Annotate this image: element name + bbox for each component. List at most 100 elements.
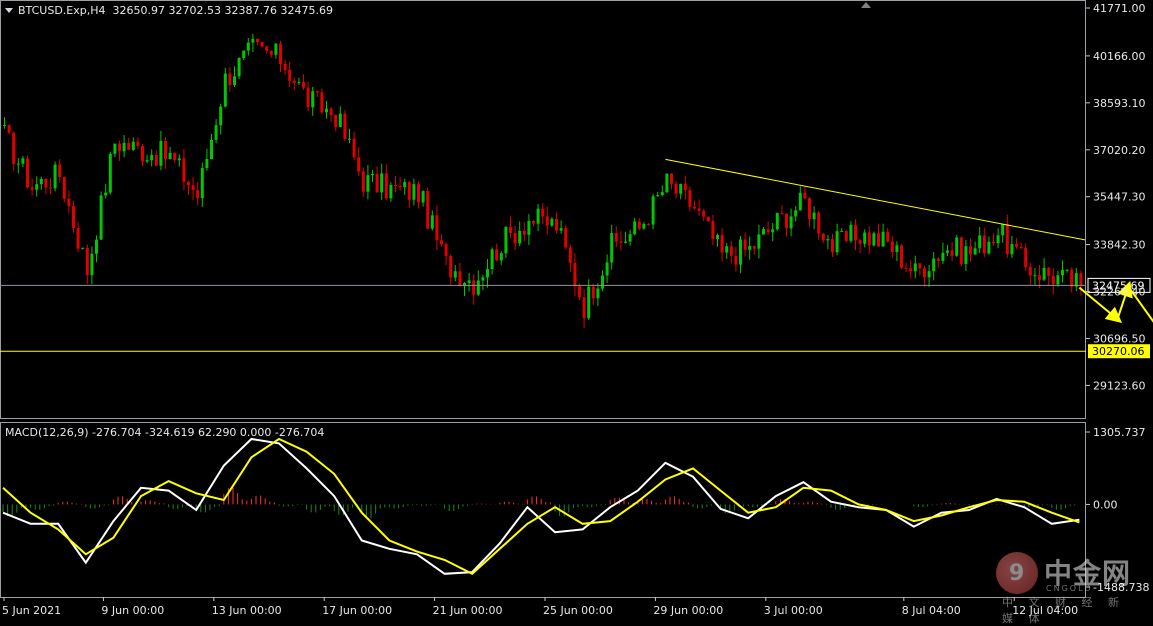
candle-body bbox=[950, 250, 954, 256]
price-tick-label-0: 41771.00 bbox=[1093, 2, 1146, 15]
candle-body bbox=[771, 229, 775, 233]
candle-body bbox=[642, 223, 646, 229]
candle-body bbox=[76, 227, 80, 249]
candle-body bbox=[371, 173, 374, 176]
candle-body bbox=[219, 106, 223, 126]
candle-body bbox=[1015, 244, 1018, 247]
candle-body bbox=[513, 232, 517, 244]
candle-body bbox=[959, 237, 963, 264]
candle-body bbox=[785, 213, 788, 229]
candle-body bbox=[522, 230, 526, 235]
candle-body bbox=[633, 221, 637, 235]
candle-body bbox=[338, 113, 342, 127]
price-tick-label-4: 35447.30 bbox=[1093, 191, 1146, 204]
candle-body bbox=[596, 288, 600, 299]
candle-body bbox=[384, 173, 388, 199]
candle-body bbox=[67, 198, 71, 207]
candle-body bbox=[279, 43, 282, 64]
candle-body bbox=[973, 248, 977, 255]
logo-subtitle: 中 文 财 经 新 媒 体 bbox=[1002, 596, 1125, 625]
time-tick-label-5: 25 Jun 00:00 bbox=[543, 604, 613, 617]
overlay-layer: 32475.6930270.06 bbox=[0, 158, 1153, 359]
price-tick-label-1: 40166.00 bbox=[1093, 50, 1146, 63]
candle-body bbox=[380, 173, 384, 193]
candle-body bbox=[168, 152, 172, 160]
candle-body bbox=[283, 63, 287, 70]
candle-body bbox=[660, 192, 664, 196]
candle-body bbox=[118, 143, 121, 152]
candle-body bbox=[95, 239, 98, 254]
macd-header: MACD(12,26,9) -276.704 -324.619 62.290 0… bbox=[5, 426, 325, 439]
candle-body bbox=[122, 142, 126, 152]
price-tick-label-5: 33842.30 bbox=[1093, 239, 1146, 252]
candle-body bbox=[858, 240, 862, 244]
candle-body bbox=[527, 220, 531, 235]
candle-body bbox=[536, 208, 540, 224]
shift-marker-icon[interactable] bbox=[861, 2, 871, 8]
candle-body bbox=[449, 255, 453, 278]
candle-body bbox=[867, 232, 871, 246]
candle-body bbox=[196, 190, 200, 199]
candle-body bbox=[711, 221, 715, 240]
candle-body bbox=[210, 139, 213, 160]
candle-body bbox=[256, 38, 259, 43]
candle-body bbox=[472, 280, 476, 295]
candle-body bbox=[1033, 275, 1037, 277]
candle-body bbox=[131, 141, 135, 150]
candle-body bbox=[389, 184, 393, 199]
candle-body bbox=[251, 38, 255, 43]
candle-body bbox=[315, 91, 319, 93]
candle-body bbox=[752, 246, 756, 249]
candle-body bbox=[918, 263, 922, 269]
candle-body bbox=[895, 245, 899, 253]
candle-body bbox=[900, 245, 903, 268]
candle-body bbox=[881, 231, 885, 247]
candle-body bbox=[679, 183, 683, 194]
candle-body bbox=[555, 218, 558, 231]
candle-body bbox=[1024, 247, 1028, 268]
price-tick-label-6: 32269.40 bbox=[1093, 286, 1146, 299]
candle-body bbox=[716, 235, 719, 240]
candle-body bbox=[223, 73, 227, 107]
candle-body bbox=[495, 249, 499, 261]
candle-body bbox=[269, 50, 273, 55]
logo-en: CNGOLD bbox=[1046, 584, 1093, 593]
candle-body bbox=[1019, 246, 1023, 248]
candle-body bbox=[292, 80, 296, 83]
candle-body bbox=[177, 158, 181, 161]
candle-body bbox=[12, 132, 16, 164]
price-tick-label-7: 30696.50 bbox=[1093, 332, 1146, 345]
candle-body bbox=[246, 42, 250, 51]
candle-body bbox=[550, 218, 554, 226]
candle-body bbox=[412, 184, 416, 200]
candle-body bbox=[587, 286, 591, 319]
candle-body bbox=[996, 235, 1000, 244]
support-price-label: 30270.06 bbox=[1092, 345, 1145, 358]
price-chart[interactable]: 32475.6930270.06 41771.00 40166.00 38593.1… bbox=[0, 0, 1153, 622]
candle-body bbox=[108, 153, 112, 193]
candle-body bbox=[743, 239, 747, 250]
time-tick-label-6: 29 Jun 00:00 bbox=[653, 604, 723, 617]
candle-body bbox=[909, 268, 913, 272]
candle-body bbox=[136, 141, 140, 147]
candle-body bbox=[228, 73, 232, 86]
time-tick-label-8: 8 Jul 04:00 bbox=[902, 604, 961, 617]
candle-body bbox=[53, 164, 57, 189]
candle-body bbox=[518, 230, 522, 244]
candle-body bbox=[734, 255, 738, 265]
candle-body bbox=[757, 234, 761, 249]
candle-body bbox=[697, 208, 701, 211]
candle-body bbox=[1038, 275, 1041, 280]
candle-body bbox=[762, 229, 765, 235]
candle-body bbox=[1056, 275, 1060, 285]
chart-menu-icon[interactable] bbox=[5, 8, 13, 13]
candle-body bbox=[904, 267, 908, 269]
candle-body bbox=[532, 220, 535, 224]
candle-body bbox=[81, 247, 85, 249]
candle-body bbox=[352, 138, 356, 158]
candle-body bbox=[361, 171, 365, 192]
candle-body bbox=[877, 233, 880, 247]
candle-body bbox=[683, 183, 687, 191]
candle-body bbox=[987, 241, 991, 254]
macd-tick-label-0: 1305.737 bbox=[1093, 426, 1146, 439]
